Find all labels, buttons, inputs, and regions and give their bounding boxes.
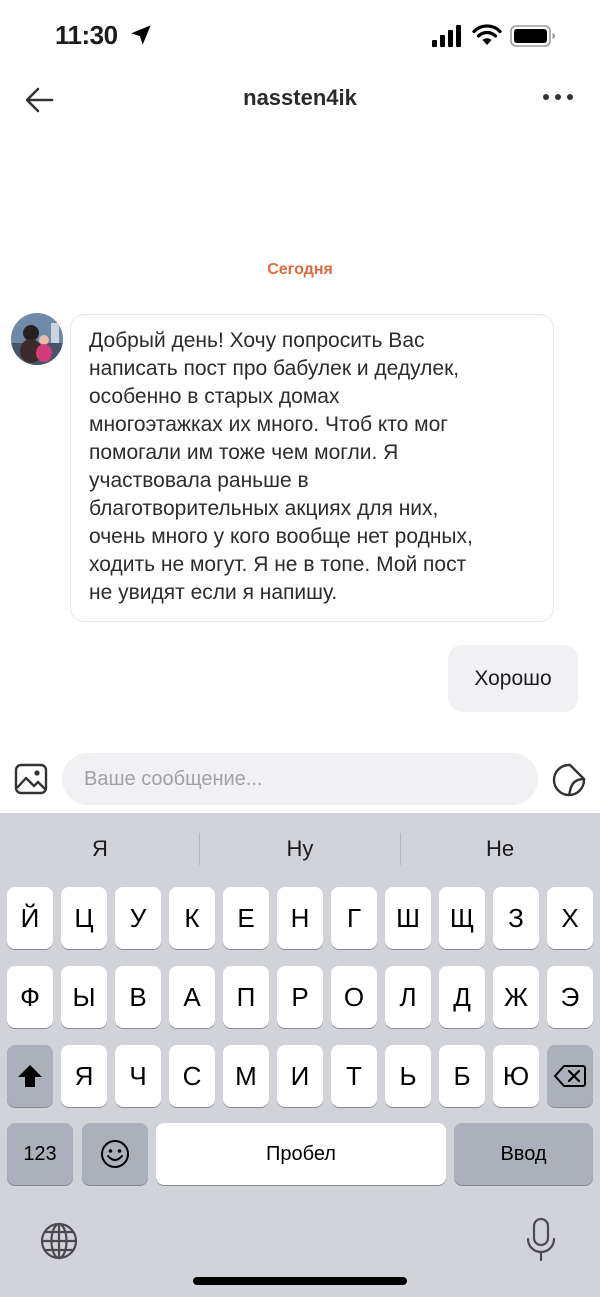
key[interactable]: Ч xyxy=(115,1045,161,1107)
suggestion-bar: Я Ну Не xyxy=(0,813,600,885)
key[interactable]: О xyxy=(331,966,377,1028)
message-line: благотворительных акциях для них, xyxy=(89,497,439,520)
space-key[interactable]: Пробел xyxy=(156,1123,446,1185)
shift-icon xyxy=(18,1065,42,1087)
key[interactable]: Ю xyxy=(493,1045,539,1107)
key[interactable]: Е xyxy=(223,887,269,949)
numbers-key[interactable]: 123 xyxy=(7,1123,73,1185)
key[interactable]: Г xyxy=(331,887,377,949)
message-line: участвовала раньше в xyxy=(89,469,309,492)
cellular-signal-icon xyxy=(432,25,461,47)
emoji-icon xyxy=(101,1140,129,1168)
image-icon[interactable] xyxy=(13,761,49,797)
wifi-icon xyxy=(472,24,502,45)
backspace-key[interactable] xyxy=(547,1045,593,1107)
chat-title[interactable]: nassten4ik xyxy=(0,85,600,111)
key[interactable]: Н xyxy=(277,887,323,949)
shift-key[interactable] xyxy=(7,1045,53,1107)
key[interactable]: Х xyxy=(547,887,593,949)
key[interactable]: Я xyxy=(61,1045,107,1107)
key[interactable]: А xyxy=(169,966,215,1028)
key[interactable]: Б xyxy=(439,1045,485,1107)
backspace-icon xyxy=(554,1065,586,1087)
key[interactable]: Ж xyxy=(493,966,539,1028)
battery-icon xyxy=(510,25,555,47)
key[interactable]: В xyxy=(115,966,161,1028)
key[interactable]: Ы xyxy=(61,966,107,1028)
home-indicator xyxy=(193,1277,407,1285)
keyboard: Я Ну Не Й Ц У К Е Н Г Ш Щ З Х Ф Ы В А П … xyxy=(0,813,600,1297)
message-line: написать пост про бабулек и дедулек, xyxy=(89,357,460,380)
message-line: ходить не могут. Я не в топе. Мой пост xyxy=(89,553,467,576)
key[interactable]: Ш xyxy=(385,887,431,949)
message-composer xyxy=(0,745,600,813)
message-line: помогали им тоже чем могли. Я xyxy=(89,441,399,464)
key[interactable]: У xyxy=(115,887,161,949)
key[interactable]: Ф xyxy=(7,966,53,1028)
more-dots-icon[interactable] xyxy=(540,84,576,110)
key[interactable]: И xyxy=(277,1045,323,1107)
date-separator: Сегодня xyxy=(267,261,333,278)
key[interactable]: З xyxy=(493,887,539,949)
key[interactable]: Ц xyxy=(61,887,107,949)
key[interactable]: Ь xyxy=(385,1045,431,1107)
emoji-key[interactable] xyxy=(82,1123,148,1185)
message-input[interactable] xyxy=(62,753,538,805)
key[interactable]: П xyxy=(223,966,269,1028)
chat-header: nassten4ik xyxy=(0,70,600,130)
sticker-icon[interactable] xyxy=(550,761,588,799)
microphone-icon[interactable] xyxy=(524,1217,558,1263)
incoming-message: Добрый день! Хочу попросить Вас написать… xyxy=(70,314,554,622)
key[interactable]: М xyxy=(223,1045,269,1107)
key[interactable]: Р xyxy=(277,966,323,1028)
key[interactable]: К xyxy=(169,887,215,949)
key[interactable]: Д xyxy=(439,966,485,1028)
status-time: 11:30 xyxy=(55,20,118,50)
key[interactable]: Т xyxy=(331,1045,377,1107)
location-arrow-icon xyxy=(131,25,151,45)
globe-icon[interactable] xyxy=(39,1221,79,1261)
message-line: особенно в старых домах xyxy=(89,385,340,408)
outgoing-message: Хорошо xyxy=(448,645,578,712)
key[interactable]: Э xyxy=(547,966,593,1028)
user-avatar[interactable] xyxy=(11,313,63,365)
suggestion[interactable]: Ну xyxy=(200,813,400,885)
suggestion[interactable]: Не xyxy=(400,813,600,885)
message-line: очень много у кого вообще нет родных, xyxy=(89,525,473,548)
message-line: Добрый день! Хочу попросить Вас xyxy=(89,329,425,352)
key[interactable]: Й xyxy=(7,887,53,949)
key[interactable]: С xyxy=(169,1045,215,1107)
return-key[interactable]: Ввод xyxy=(454,1123,593,1185)
message-line: не увидят если я напишу. xyxy=(89,581,338,604)
key[interactable]: Л xyxy=(385,966,431,1028)
suggestion[interactable]: Я xyxy=(0,813,200,885)
message-line: многоэтажках их много. Чтоб кто мог xyxy=(89,413,448,436)
key[interactable]: Щ xyxy=(439,887,485,949)
status-bar: 11:30 xyxy=(0,0,600,70)
